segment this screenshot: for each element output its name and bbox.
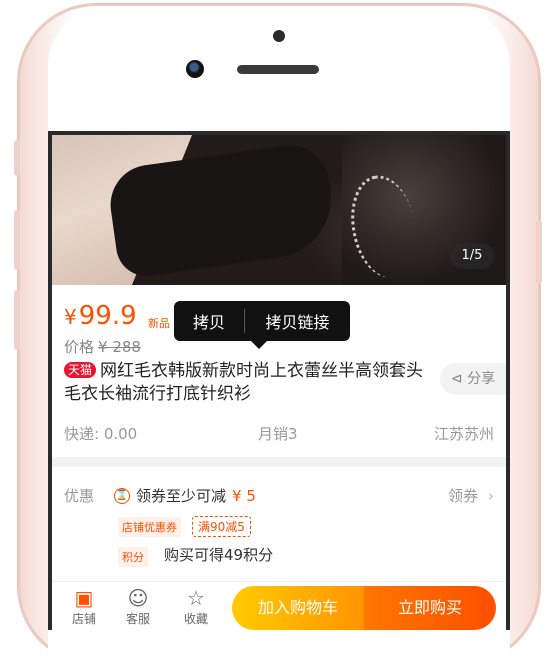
tooltip-arrow: [251, 341, 267, 349]
image-counter: 1/5: [450, 243, 494, 269]
points-text: 购买可得49积分: [164, 546, 274, 564]
store-icon: ▣: [74, 586, 94, 610]
ship-location: 江苏苏州: [433, 425, 494, 443]
bottom-action-bar: ▣ 店铺 ☺ 客服 ☆ 收藏 加入购物车 立即购买: [52, 581, 506, 630]
share-icon: ⊲: [450, 371, 463, 387]
chevron-right-icon: ›: [488, 487, 494, 505]
get-coupon-button[interactable]: 领券 ›: [448, 485, 494, 506]
copy-context-menu: 拷贝 拷贝链接: [174, 301, 350, 349]
original-price: 价格 ¥ 288: [64, 338, 141, 356]
store-coupon-tag: 店铺优惠券: [118, 517, 181, 537]
star-icon: ☆: [187, 586, 205, 610]
chat-face-icon: ☺: [127, 586, 149, 610]
buy-now-button[interactable]: 立即购买: [364, 586, 496, 630]
section-divider: [52, 457, 506, 467]
app-screen: 1/5 ¥99.9 新品 拷贝 拷贝链接 价格 ¥ 288 天猫 网红毛衣韩版新款时…: [48, 131, 510, 630]
share-button[interactable]: ⊲ 分享: [440, 363, 506, 395]
earpiece-speaker: [237, 65, 319, 74]
coupon-icon: ⌛: [114, 487, 130, 504]
shop-button[interactable]: ▣ 店铺: [64, 586, 104, 627]
points-tag: 积分: [118, 547, 148, 567]
proximity-sensor: [273, 30, 285, 42]
product-price: ¥99.9: [64, 301, 137, 331]
full-discount-badge: 满90减5: [192, 516, 251, 537]
promo-label: 优惠: [64, 487, 95, 505]
copy-menu-item[interactable]: 拷贝: [174, 309, 245, 333]
front-camera: [186, 60, 204, 78]
coupon-row[interactable]: ⌛ 领券至少可减 ¥ 5: [114, 485, 256, 506]
volume-up-button: [14, 210, 20, 270]
product-image[interactable]: 1/5: [52, 135, 506, 285]
copy-link-menu-item[interactable]: 拷贝链接: [245, 309, 350, 333]
shipping-fee: 快递: 0.00: [64, 425, 138, 443]
monthly-sales: 月销3: [258, 425, 298, 443]
side-button: [14, 140, 20, 176]
add-to-cart-button[interactable]: 加入购物车: [232, 586, 364, 630]
customer-service-button[interactable]: ☺ 客服: [118, 586, 158, 627]
volume-down-button: [14, 290, 20, 350]
favorite-button[interactable]: ☆ 收藏: [176, 586, 216, 627]
power-button: [536, 220, 542, 284]
tmall-badge: 天猫: [64, 362, 97, 378]
product-title[interactable]: 天猫 网红毛衣韩版新款时尚上衣蕾丝半高领套头毛衣长袖流行打底针织衫: [64, 360, 424, 406]
new-tag: 新品: [148, 317, 170, 330]
